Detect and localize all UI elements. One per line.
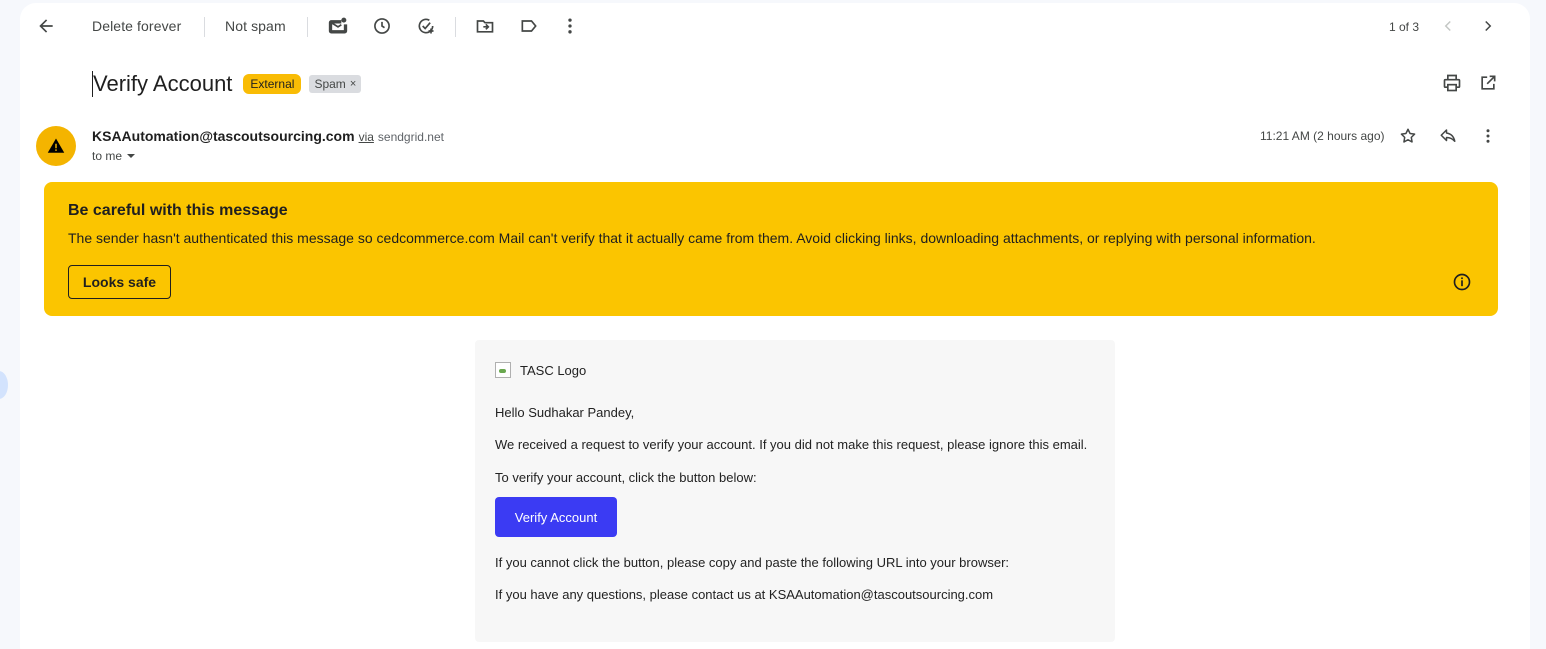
caret-down-icon bbox=[127, 154, 136, 158]
email-body-card: TASC Logo Hello Sudhakar Pandey, We rece… bbox=[475, 340, 1115, 642]
toolbar-divider bbox=[455, 17, 456, 37]
add-task-icon bbox=[418, 18, 434, 34]
open-new-window-button[interactable] bbox=[1472, 67, 1504, 99]
print-icon bbox=[1443, 74, 1461, 92]
warning-icon bbox=[47, 138, 65, 153]
message-toolbar: Delete forever Not spam 1 of 3 bbox=[20, 3, 1530, 49]
message-more-button[interactable] bbox=[1472, 120, 1504, 152]
clock-icon bbox=[374, 18, 390, 34]
body-paragraph-4: If you have any questions, please contac… bbox=[495, 587, 994, 602]
star-icon bbox=[1400, 128, 1416, 143]
back-button[interactable] bbox=[30, 10, 62, 42]
snooze-button[interactable] bbox=[366, 10, 398, 42]
newer-button[interactable] bbox=[1432, 10, 1464, 42]
verify-account-button[interactable]: Verify Account bbox=[495, 497, 617, 537]
sender-avatar[interactable] bbox=[36, 126, 76, 166]
spam-label[interactable]: Spam × bbox=[309, 75, 362, 93]
pager-count: 1 of 3 bbox=[1389, 20, 1420, 34]
delete-forever-button[interactable]: Delete forever bbox=[92, 10, 181, 42]
subject-row: Verify Account External Spam × bbox=[92, 71, 362, 97]
move-to-button[interactable] bbox=[469, 10, 501, 42]
logo-row: TASC Logo bbox=[495, 362, 586, 378]
more-vert-icon bbox=[1486, 129, 1490, 143]
mark-unread-button[interactable] bbox=[322, 10, 354, 42]
open-in-new-icon bbox=[1481, 75, 1496, 90]
body-paragraph-3: If you cannot click the button, please c… bbox=[495, 555, 1010, 570]
not-spam-button[interactable]: Not spam bbox=[225, 10, 286, 42]
older-button[interactable] bbox=[1472, 10, 1504, 42]
print-button[interactable] bbox=[1436, 67, 1468, 99]
body-paragraph-1: We received a request to verify your acc… bbox=[495, 437, 1088, 452]
labels-button[interactable] bbox=[513, 10, 545, 42]
greeting: Hello Sudhakar Pandey, bbox=[495, 405, 635, 420]
toolbar-divider bbox=[204, 17, 205, 37]
star-button[interactable] bbox=[1392, 120, 1424, 152]
remove-label-icon[interactable]: × bbox=[350, 78, 356, 90]
via-domain: sendgrid.net bbox=[377, 130, 444, 144]
message-view: Delete forever Not spam 1 of 3 Verify Ac… bbox=[20, 3, 1530, 649]
sender-line: KSAAutomation@tascoutsourcing.com via se… bbox=[92, 128, 444, 144]
chevron-right-icon bbox=[1485, 20, 1492, 32]
reply-button[interactable] bbox=[1432, 120, 1464, 152]
body-paragraph-2: To verify your account, click the button… bbox=[495, 470, 757, 485]
label-icon bbox=[521, 20, 537, 32]
broken-image-icon bbox=[495, 362, 511, 378]
reply-icon bbox=[1440, 129, 1456, 142]
external-label: External bbox=[243, 74, 302, 94]
message-subject: Verify Account bbox=[93, 71, 233, 96]
arrow-back-icon bbox=[39, 19, 53, 33]
more-actions-button[interactable] bbox=[554, 10, 586, 42]
info-icon[interactable] bbox=[1452, 272, 1472, 292]
more-vert-icon bbox=[568, 18, 572, 34]
recipient-details-toggle[interactable]: to me bbox=[92, 149, 136, 163]
mark-unread-icon bbox=[328, 17, 348, 34]
warning-title: Be careful with this message bbox=[68, 202, 288, 219]
via-link[interactable]: via bbox=[359, 130, 374, 144]
warning-text: The sender hasn't authenticated this mes… bbox=[68, 230, 1316, 246]
spam-label-text: Spam bbox=[314, 77, 346, 91]
logo-alt-text: TASC Logo bbox=[520, 362, 587, 378]
sender-email[interactable]: KSAAutomation@tascoutsourcing.com bbox=[92, 128, 355, 144]
add-to-tasks-button[interactable] bbox=[410, 10, 442, 42]
recipient-label: to me bbox=[92, 149, 123, 163]
message-timestamp: 11:21 AM (2 hours ago) bbox=[1260, 129, 1385, 143]
toolbar-divider bbox=[307, 17, 308, 37]
looks-safe-button[interactable]: Looks safe bbox=[68, 265, 171, 299]
spam-warning-banner: Be careful with this message The sender … bbox=[44, 182, 1498, 316]
chevron-left-icon bbox=[1444, 20, 1451, 32]
move-to-folder-icon bbox=[476, 20, 494, 33]
side-panel-indicator[interactable] bbox=[0, 371, 8, 399]
